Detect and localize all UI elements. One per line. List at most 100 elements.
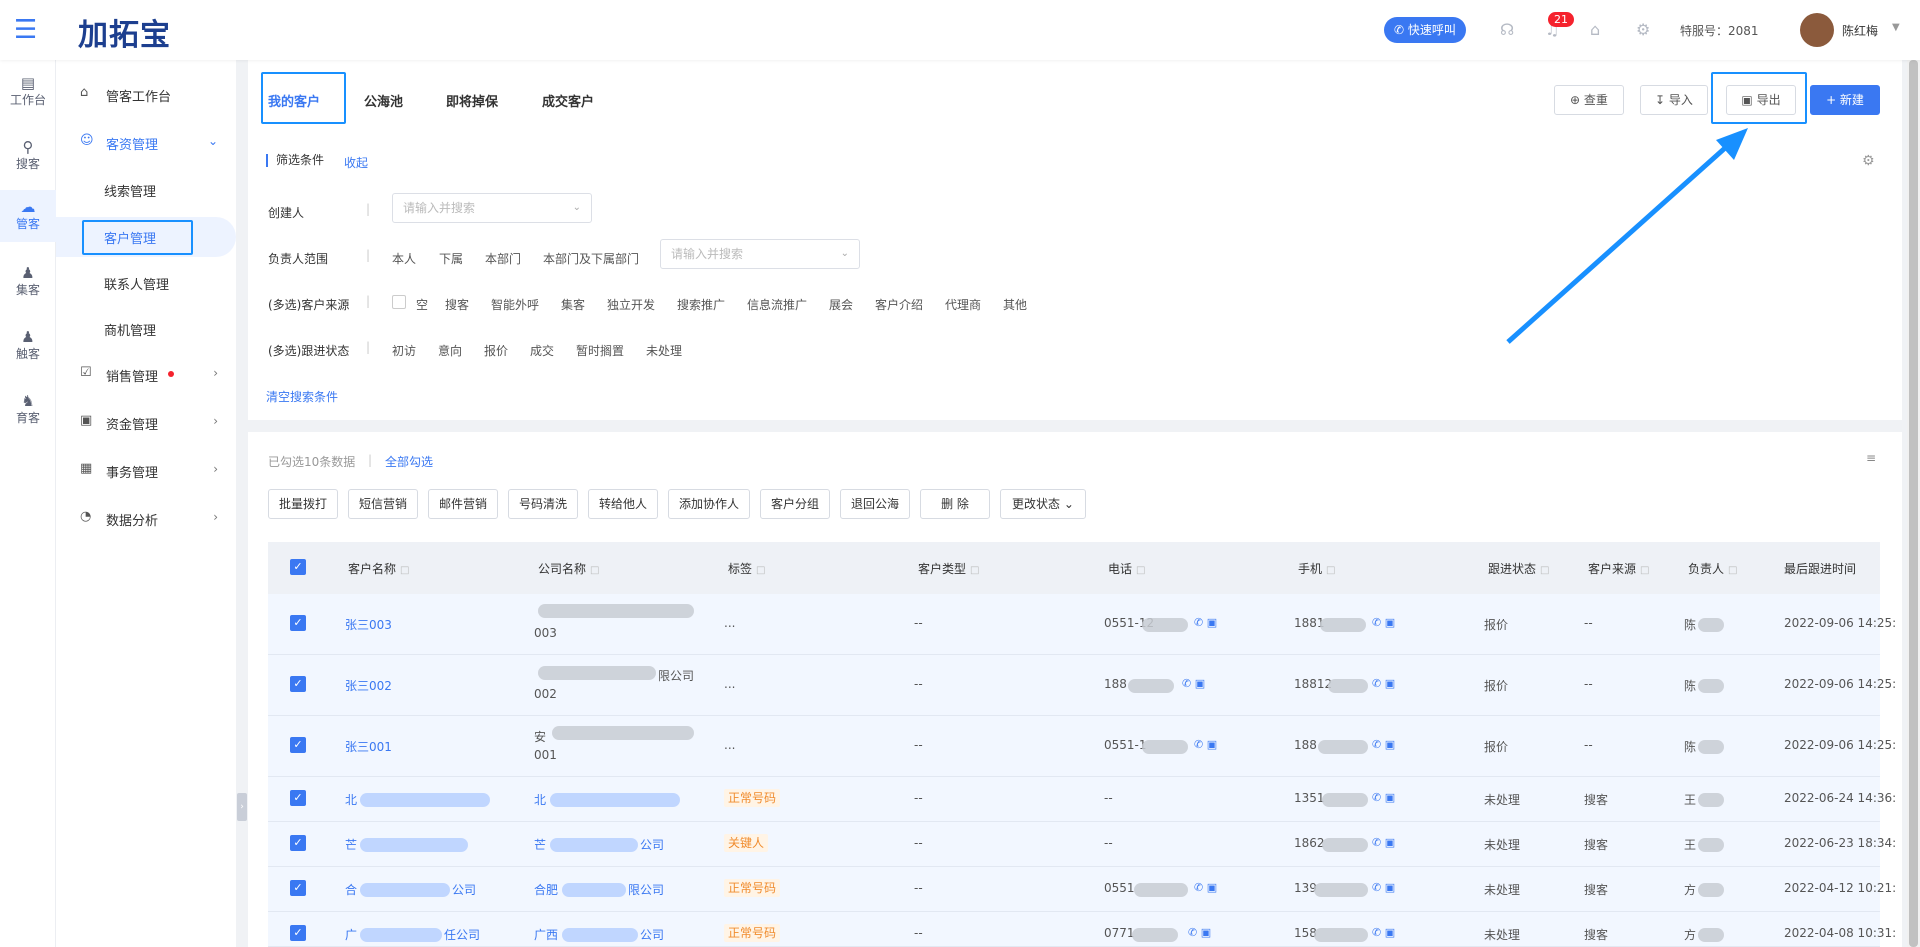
company-name-link[interactable]: 北 (534, 791, 546, 808)
number-cleaning-button[interactable]: 号码清洗 (508, 489, 578, 519)
row-checkbox[interactable]: ✓ (290, 615, 306, 631)
sidebar-item-opportunities[interactable]: 商机管理 (56, 309, 236, 349)
home-icon[interactable]: ⌂ (1590, 20, 1600, 39)
empty-checkbox[interactable] (392, 295, 406, 309)
rail-item-nurture[interactable]: ♞ 育客 (0, 384, 56, 436)
table-row[interactable] (268, 716, 1880, 777)
column-header[interactable]: 电话 □ (1108, 560, 1145, 577)
owner-option[interactable]: 本部门及下属部门 (543, 250, 639, 267)
sidebar-item-finance[interactable]: ▣ 资金管理 › (56, 403, 236, 443)
user-name[interactable]: 陈红梅 (1842, 22, 1878, 39)
source-option[interactable]: 智能外呼 (491, 296, 539, 313)
batch-call-button[interactable]: 批量拨打 (268, 489, 338, 519)
sidebar-item-analytics[interactable]: ◔ 数据分析 › (56, 499, 236, 539)
table-row[interactable] (268, 777, 1880, 822)
customer-name-link[interactable]: 张三001 (345, 738, 392, 755)
company-name-link[interactable]: 合肥 (534, 881, 558, 898)
phone-call-icon[interactable]: ✆ ▣ (1194, 881, 1217, 894)
menu-icon[interactable]: ☰ (14, 16, 37, 44)
settings-icon[interactable]: ⚙ (1636, 20, 1650, 39)
table-row[interactable] (268, 867, 1880, 912)
clear-filters-link[interactable]: 清空搜索条件 (266, 388, 338, 405)
headset-icon[interactable]: ☊ (1500, 20, 1514, 39)
avatar[interactable] (1800, 13, 1834, 47)
customer-name-link[interactable]: 广 (345, 926, 357, 943)
phone-call-icon[interactable]: ✆ ▣ (1188, 926, 1211, 939)
column-header[interactable]: 跟进状态 □ (1488, 560, 1549, 577)
company-name-end[interactable]: 限公司 (628, 881, 664, 898)
mobile-call-icon[interactable]: ✆ ▣ (1372, 881, 1395, 894)
source-option[interactable]: 独立开发 (607, 296, 655, 313)
filter-collapse-link[interactable]: 收起 (344, 154, 368, 171)
column-header[interactable]: 手机 □ (1298, 560, 1335, 577)
header-checkbox[interactable]: ✓ (290, 559, 306, 575)
tab-expiring[interactable]: 即将掉保 (446, 91, 498, 110)
creator-select[interactable]: 请输入并搜索 ⌄ (392, 193, 592, 223)
column-header[interactable]: 公司名称 □ (538, 560, 599, 577)
scrollbar-thumb[interactable] (1909, 60, 1918, 947)
source-option[interactable]: 搜索推广 (677, 296, 725, 313)
owner-option[interactable]: 本人 (392, 250, 416, 267)
company-name-end[interactable]: 公司 (640, 926, 664, 943)
table-row[interactable] (268, 655, 1880, 716)
tab-my-customers[interactable]: 我的客户 (268, 91, 320, 110)
mobile-call-icon[interactable]: ✆ ▣ (1372, 791, 1395, 804)
status-option[interactable]: 意向 (438, 342, 462, 359)
column-header[interactable]: 客户名称 □ (348, 560, 409, 577)
customer-name-link[interactable]: 张三002 (345, 677, 392, 694)
sidebar-item-customer-resources[interactable]: ☺ 客资管理 ⌄ (56, 123, 236, 163)
source-option[interactable]: 客户介绍 (875, 296, 923, 313)
source-option[interactable]: 集客 (561, 296, 585, 313)
rail-item-gather[interactable]: ♟ 集客 (0, 256, 56, 308)
sidebar-item-leads[interactable]: 线索管理 (56, 170, 236, 210)
tab-public-pool[interactable]: 公海池 (364, 91, 403, 110)
column-header[interactable]: 负责人 □ (1688, 560, 1737, 577)
import-button[interactable]: ↧ 导入 (1640, 85, 1708, 115)
row-checkbox[interactable]: ✓ (290, 925, 306, 941)
status-option[interactable]: 未处理 (646, 342, 682, 359)
status-option[interactable]: 报价 (484, 342, 508, 359)
transfer-button[interactable]: 转给他人 (588, 489, 658, 519)
rail-item-crm[interactable]: ☁ 管客 (0, 190, 56, 242)
row-checkbox[interactable]: ✓ (290, 835, 306, 851)
column-header[interactable]: 客户来源 □ (1588, 560, 1649, 577)
change-status-button[interactable]: 更改状态 ⌄ (1000, 489, 1086, 519)
table-row[interactable] (268, 822, 1880, 867)
customer-name-link[interactable]: 北 (345, 791, 357, 808)
select-all-link[interactable]: 全部勾选 (385, 453, 433, 470)
column-header[interactable]: 最后跟进时间 (1784, 560, 1856, 577)
dedupe-button[interactable]: ⊕ 查重 (1554, 85, 1624, 115)
source-option[interactable]: 空 (416, 296, 428, 313)
customer-name-link[interactable]: 张三003 (345, 616, 392, 633)
source-option[interactable]: 其他 (1003, 296, 1027, 313)
customer-name-end[interactable]: 公司 (452, 881, 476, 898)
table-row[interactable] (268, 594, 1880, 655)
mobile-call-icon[interactable]: ✆ ▣ (1372, 836, 1395, 849)
customer-name-link[interactable]: 芒 (345, 836, 357, 853)
quick-call-button[interactable]: ✆ 快速呼叫 (1384, 17, 1466, 43)
phone-call-icon[interactable]: ✆ ▣ (1182, 677, 1205, 690)
sidebar-item-customers[interactable]: 客户管理 (56, 217, 236, 257)
sidebar-item-affairs[interactable]: ▦ 事务管理 › (56, 451, 236, 491)
sms-marketing-button[interactable]: 短信营销 (348, 489, 418, 519)
row-checkbox[interactable]: ✓ (290, 880, 306, 896)
sidebar-item-workbench[interactable]: ⌂ 管客工作台 (56, 75, 236, 115)
rail-item-search[interactable]: ⚲ 搜客 (0, 130, 56, 182)
rail-item-workbench[interactable]: ▤ 工作台 (0, 66, 56, 118)
owner-option[interactable]: 下属 (439, 250, 463, 267)
source-option[interactable]: 展会 (829, 296, 853, 313)
customer-name-link[interactable]: 合 (345, 881, 357, 898)
status-option[interactable]: 暂时搁置 (576, 342, 624, 359)
tab-closed[interactable]: 成交客户 (542, 91, 594, 110)
source-option[interactable]: 信息流推广 (747, 296, 807, 313)
phone-call-icon[interactable]: ✆ ▣ (1194, 616, 1217, 629)
column-header[interactable]: 客户类型 □ (918, 560, 979, 577)
mobile-call-icon[interactable]: ✆ ▣ (1372, 616, 1395, 629)
company-name-link[interactable]: 广西 (534, 926, 558, 943)
gear-icon[interactable]: ⚙ (1862, 153, 1875, 169)
company-name-end[interactable]: 公司 (640, 836, 664, 853)
return-pool-button[interactable]: 退回公海 (840, 489, 910, 519)
row-checkbox[interactable]: ✓ (290, 676, 306, 692)
sidebar-item-sales[interactable]: ☑ 销售管理 › (56, 355, 236, 395)
column-header[interactable]: 标签 □ (728, 560, 765, 577)
